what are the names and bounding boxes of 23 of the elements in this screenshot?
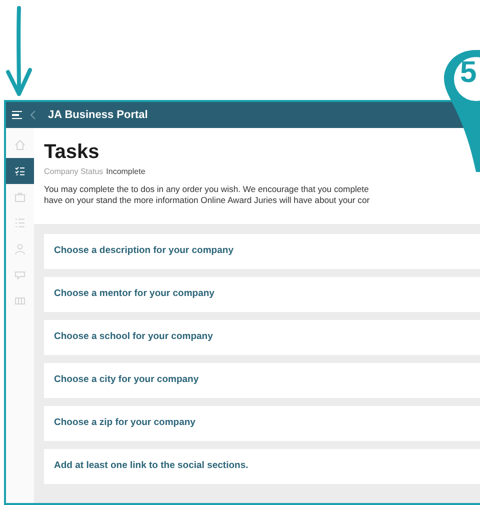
checklist-icon bbox=[14, 165, 26, 177]
home-icon bbox=[14, 139, 26, 151]
intro-text: have on your stand the more information Online Award Juries will have about your cor bbox=[44, 195, 371, 206]
grid-icon bbox=[14, 295, 26, 307]
status-label: Company Status bbox=[44, 168, 104, 176]
chat-icon bbox=[14, 269, 26, 281]
status-value: Incomplete bbox=[106, 168, 146, 176]
task-card[interactable]: Choose a description for your company bbox=[44, 234, 480, 269]
list-icon bbox=[14, 217, 26, 229]
task-card[interactable]: Choose a mentor for your company bbox=[44, 277, 480, 312]
menu-icon[interactable] bbox=[12, 109, 24, 121]
briefcase-icon bbox=[14, 191, 26, 203]
person-icon bbox=[14, 243, 26, 255]
sidebar-item[interactable] bbox=[6, 158, 34, 184]
task-card[interactable]: Choose a city for your company bbox=[44, 363, 480, 398]
task-card[interactable]: Add at least one link to the social sections. bbox=[44, 449, 480, 484]
page-title: Tasks bbox=[44, 142, 100, 162]
intro-text: You may complete the to dos in any order you wish. We encourage that you complete bbox=[44, 184, 370, 195]
task-card[interactable]: Choose a school for your company bbox=[44, 320, 480, 355]
back-chevron-icon[interactable] bbox=[30, 110, 36, 120]
step-number: 5 bbox=[460, 58, 477, 88]
app-title: JA Business Portal bbox=[48, 108, 148, 123]
task-card[interactable]: Choose a zip for your company bbox=[44, 406, 480, 441]
